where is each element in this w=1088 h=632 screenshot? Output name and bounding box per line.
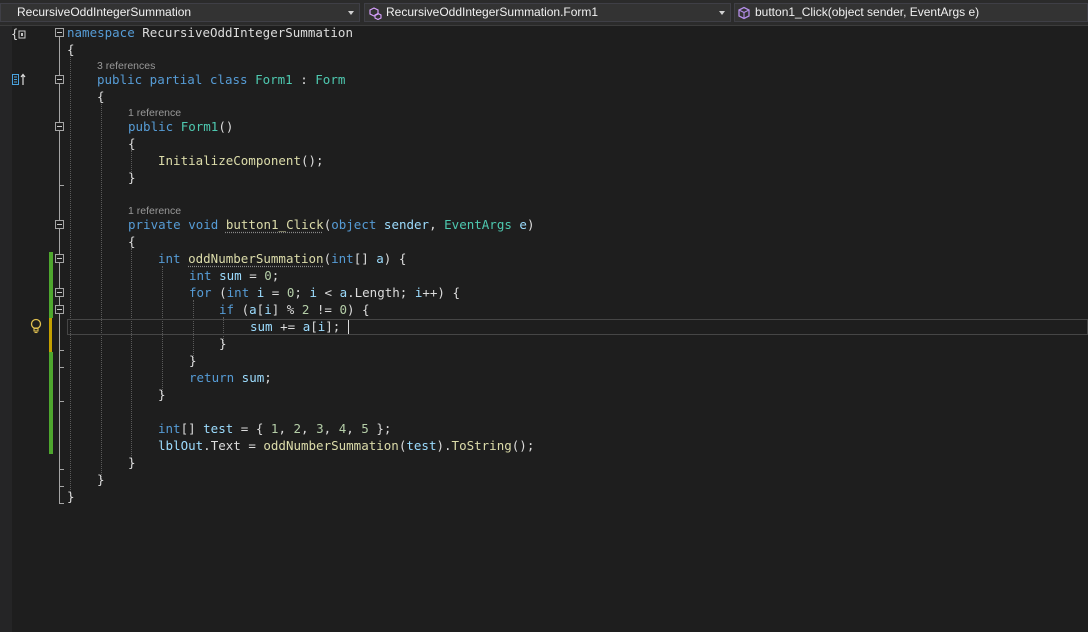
indent-guide — [101, 100, 102, 481]
project-dropdown[interactable]: RecursiveOddIntegerSummation — [0, 3, 360, 22]
fold-icon[interactable] — [55, 254, 64, 263]
quick-action-icon[interactable] — [12, 73, 28, 87]
code-line[interactable]: InitializeComponent(); — [158, 152, 324, 169]
fold-icon[interactable] — [55, 288, 64, 297]
fold-end — [59, 469, 64, 470]
fold-icon[interactable] — [55, 122, 64, 131]
project-dropdown-label: RecursiveOddIntegerSummation — [17, 5, 192, 19]
svg-text:{: { — [11, 27, 18, 41]
code-line[interactable]: } — [97, 471, 105, 488]
code-line[interactable]: { — [128, 233, 136, 250]
code-line[interactable]: if (a[i] % 2 != 0) { — [219, 301, 370, 318]
code-line[interactable]: private void button1_Click(object sender… — [128, 216, 534, 233]
dropdown-arrow-icon — [719, 11, 725, 15]
code-line[interactable]: return sum; — [189, 369, 272, 386]
method-dropdown[interactable]: button1_Click(object sender, EventArgs e… — [734, 3, 1088, 22]
change-indicator-unsaved — [49, 318, 52, 352]
fold-line — [59, 131, 60, 186]
code-line[interactable]: } — [219, 335, 227, 352]
fold-line — [59, 229, 60, 254]
fold-end — [59, 401, 64, 402]
code-line[interactable]: int sum = 0; — [189, 267, 279, 284]
code-line[interactable]: { — [128, 135, 136, 152]
fold-icon[interactable] — [55, 75, 64, 84]
code-line[interactable]: } — [158, 386, 166, 403]
current-line-highlight — [67, 319, 1088, 335]
code-line[interactable]: public Form1() — [128, 118, 233, 135]
code-line[interactable]: public partial class Form1 : Form — [97, 71, 345, 88]
scope-brace-icon: { — [11, 27, 26, 41]
indent-guide — [131, 248, 132, 464]
fold-line — [59, 186, 60, 220]
fold-line — [59, 314, 60, 504]
code-line-current[interactable]: sum += a[i]; — [250, 318, 340, 335]
code-line[interactable]: } — [128, 454, 136, 471]
code-line[interactable]: lblOut.Text = oddNumberSummation(test).T… — [158, 437, 534, 454]
code-line[interactable]: } — [67, 488, 75, 505]
code-line[interactable]: int oddNumberSummation(int[] a) { — [158, 250, 406, 267]
fold-icon[interactable] — [55, 305, 64, 314]
fold-end — [59, 486, 64, 487]
navigation-bar: RecursiveOddIntegerSummation RecursiveOd… — [0, 0, 1088, 26]
fold-end — [59, 350, 64, 351]
indicator-margin — [0, 26, 12, 632]
code-line[interactable]: } — [189, 352, 197, 369]
change-indicator-saved — [49, 252, 53, 318]
change-indicator-saved — [49, 352, 53, 454]
class-dropdown-label: RecursiveOddIntegerSummation.Form1 — [386, 5, 599, 19]
text-caret — [348, 320, 349, 334]
dropdown-arrow-icon — [348, 11, 354, 15]
code-line[interactable]: for (int i = 0; i < a.Length; i++) { — [189, 284, 460, 301]
code-line[interactable]: namespace RecursiveOddIntegerSummation — [67, 24, 353, 41]
fold-end — [59, 367, 64, 368]
class-icon — [369, 7, 382, 20]
fold-line — [59, 37, 60, 75]
fold-line — [59, 297, 60, 305]
code-line[interactable]: } — [128, 169, 136, 186]
fold-line — [59, 84, 60, 122]
code-line[interactable]: { — [67, 41, 75, 58]
fold-end — [59, 503, 64, 504]
code-line[interactable]: { — [97, 88, 105, 105]
method-icon — [738, 6, 750, 20]
code-line[interactable]: int[] test = { 1, 2, 3, 4, 5 }; — [158, 420, 391, 437]
fold-icon[interactable] — [55, 220, 64, 229]
fold-icon[interactable] — [55, 28, 64, 37]
method-dropdown-label: button1_Click(object sender, EventArgs e… — [755, 5, 980, 19]
lightbulb-icon[interactable] — [30, 318, 42, 334]
indent-guide — [70, 45, 71, 498]
class-dropdown[interactable]: RecursiveOddIntegerSummation.Form1 — [364, 3, 731, 22]
fold-line — [59, 263, 60, 288]
